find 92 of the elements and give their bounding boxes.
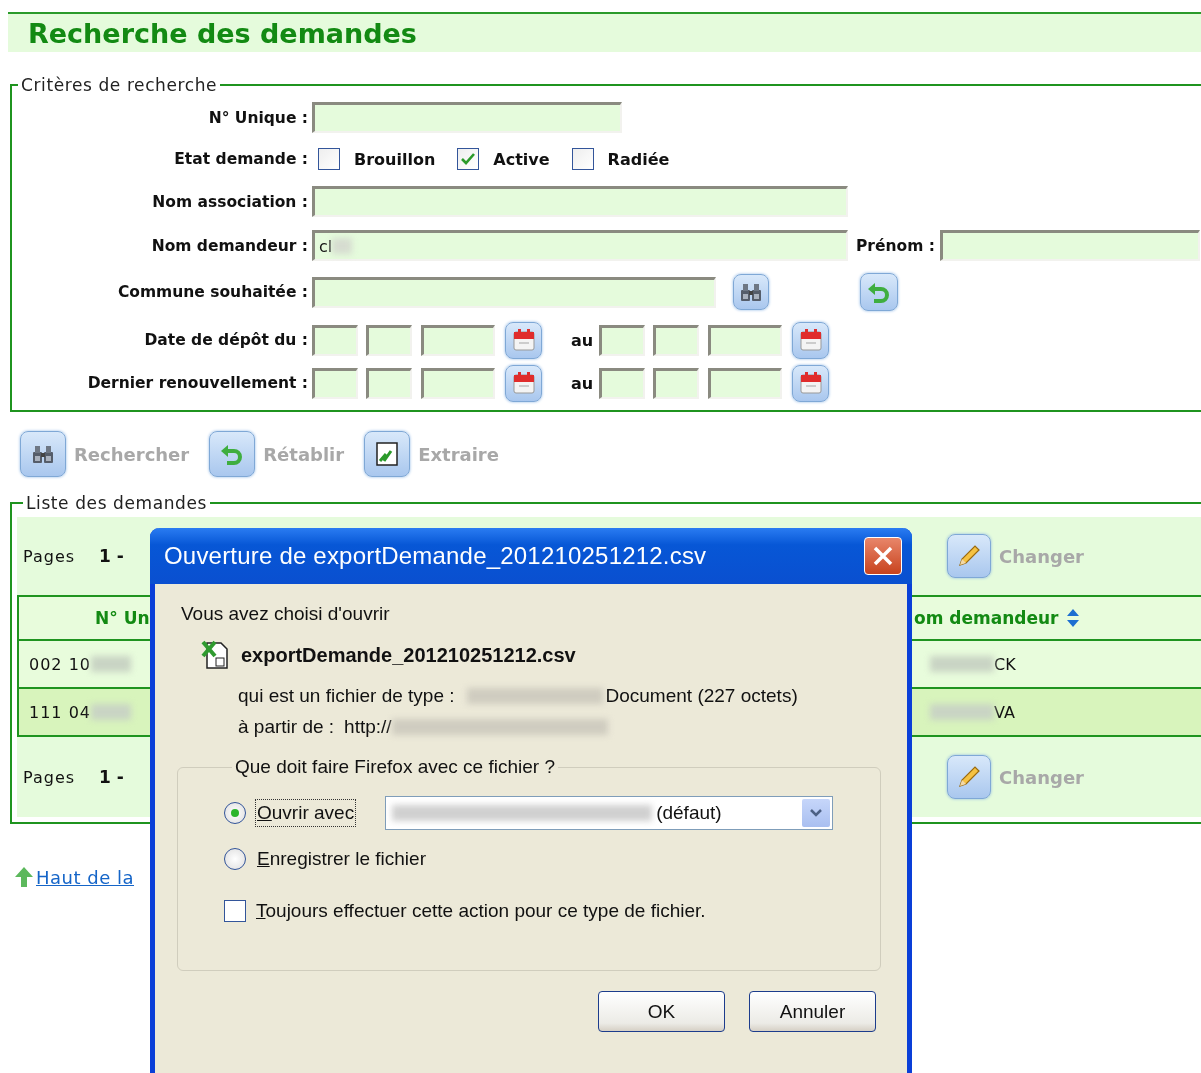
page-number: 1 - — [99, 546, 124, 566]
source-label: à partir de : — [238, 716, 335, 738]
page-title: Recherche des demandes — [28, 17, 417, 49]
calendar-icon — [511, 371, 536, 395]
table-cell: 002 10 — [29, 654, 91, 674]
cancel-button[interactable]: Annuler — [749, 991, 876, 1032]
calendar-button[interactable] — [505, 364, 542, 402]
blurred-text — [930, 656, 994, 672]
undo-arrow-icon — [867, 281, 891, 303]
radio-label[interactable]: Ouvrir avec — [255, 799, 357, 827]
field-label: Date de dépôt du : — [143, 331, 309, 349]
dialog-text: Vous avez choisi d'ouvrir — [181, 603, 390, 625]
commune-input[interactable] — [312, 276, 716, 308]
check-icon — [460, 152, 477, 166]
pages-label: Pages — [23, 767, 76, 787]
column-header[interactable]: N° Un — [95, 608, 150, 628]
month-input[interactable] — [366, 324, 412, 356]
spreadsheet-file-icon — [201, 640, 231, 670]
month-input[interactable] — [653, 324, 700, 356]
dropdown-icon[interactable] — [802, 799, 831, 827]
select-value: (défaut) — [656, 802, 722, 824]
binoculars-icon — [32, 444, 54, 464]
source-url: http:// — [344, 716, 392, 738]
reset-button[interactable] — [860, 273, 898, 311]
blurred-text — [91, 656, 131, 672]
file-type-value: Document (227 octets) — [605, 685, 798, 707]
year-input[interactable] — [708, 324, 783, 356]
checkbox-label: Brouillon — [354, 149, 436, 169]
chart-document-icon — [374, 441, 401, 467]
column-header[interactable]: om demandeur — [914, 608, 1059, 628]
day-input[interactable] — [312, 367, 358, 399]
day-input[interactable] — [312, 324, 358, 356]
table-cell: VA — [994, 702, 1015, 722]
binoculars-icon — [740, 282, 762, 302]
year-input[interactable] — [421, 324, 495, 356]
undo-arrow-icon — [220, 443, 245, 465]
page-number: 1 - — [99, 767, 124, 787]
checkbox[interactable] — [457, 148, 480, 170]
back-to-top-link[interactable]: Haut de la — [36, 866, 134, 888]
panel-legend: Critères de recherche — [18, 75, 221, 95]
sort-icon[interactable] — [1066, 608, 1081, 628]
calendar-button[interactable] — [792, 321, 830, 359]
dialog-title: Ouverture de exportDemande_201210251212.csv — [164, 542, 707, 570]
blurred-text — [930, 704, 994, 720]
pages-label: Pages — [23, 546, 76, 566]
month-input[interactable] — [653, 367, 700, 399]
year-input[interactable] — [708, 367, 783, 399]
panel-legend: Liste des demandes — [23, 493, 210, 513]
blurred-text — [91, 704, 131, 720]
checkbox[interactable] — [571, 148, 594, 170]
calendar-icon — [798, 371, 823, 395]
blurred-text — [332, 238, 353, 254]
field-label: Commune souhaitée : — [116, 283, 309, 301]
month-input[interactable] — [366, 367, 412, 399]
checkbox-label: Active — [493, 149, 550, 169]
checkbox[interactable] — [224, 900, 246, 922]
field-label: Nom demandeur : — [150, 236, 309, 255]
calendar-icon — [511, 328, 536, 352]
up-arrow-icon — [14, 866, 34, 888]
file-name: exportDemande_201210251212.csv — [241, 643, 576, 667]
field-label: Nom association : — [151, 192, 309, 211]
table-cell: CK — [994, 654, 1016, 674]
checkbox[interactable] — [318, 148, 340, 170]
group-legend: Que doit faire Firefox avec ce fichier ? — [232, 756, 558, 778]
calendar-icon — [798, 328, 823, 352]
checkbox-label: Toujours effectuer cette action pour ce type de fichier. — [256, 900, 706, 922]
close-icon — [872, 545, 894, 567]
range-label: au — [571, 373, 594, 393]
radio-button[interactable] — [224, 802, 246, 824]
checkbox-label: Radiée — [607, 149, 670, 169]
table-cell: 111 04 — [29, 702, 91, 722]
calendar-button[interactable] — [792, 364, 830, 402]
close-button[interactable] — [864, 537, 902, 575]
radio-button[interactable] — [224, 848, 246, 870]
calendar-button[interactable] — [505, 321, 542, 359]
ok-button[interactable]: OK — [598, 991, 725, 1032]
day-input[interactable] — [599, 324, 646, 356]
search-button[interactable] — [733, 274, 769, 310]
field-label: N° Unique : — [207, 108, 309, 127]
first-name-input[interactable] — [939, 230, 1200, 261]
application-select[interactable]: (défaut) — [385, 796, 834, 830]
unique-number-input[interactable] — [312, 102, 622, 133]
year-input[interactable] — [421, 367, 495, 399]
range-label: au — [571, 330, 594, 350]
day-input[interactable] — [599, 367, 646, 399]
field-label: Prénom : — [856, 236, 935, 255]
field-label: Dernier renouvellement : — [86, 374, 309, 392]
file-type-label: qui est un fichier de type : — [238, 685, 455, 707]
applicant-input[interactable]: cl — [312, 230, 848, 261]
field-label: Etat demande : — [173, 150, 309, 168]
radio-label[interactable]: Enregistrer le fichier — [255, 845, 428, 873]
association-input[interactable] — [312, 186, 848, 217]
